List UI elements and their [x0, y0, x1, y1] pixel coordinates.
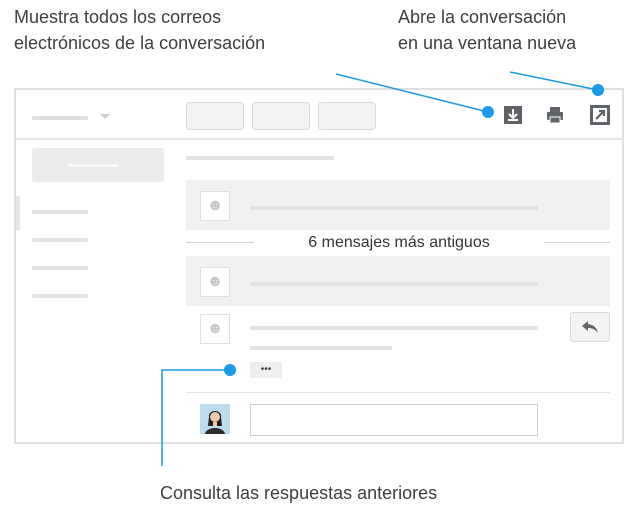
callout-dot-previous-replies	[224, 364, 236, 376]
callout-dot-expand-all	[482, 106, 494, 118]
callout-dot-new-window	[592, 84, 604, 96]
callout-lines	[161, 71, 599, 466]
